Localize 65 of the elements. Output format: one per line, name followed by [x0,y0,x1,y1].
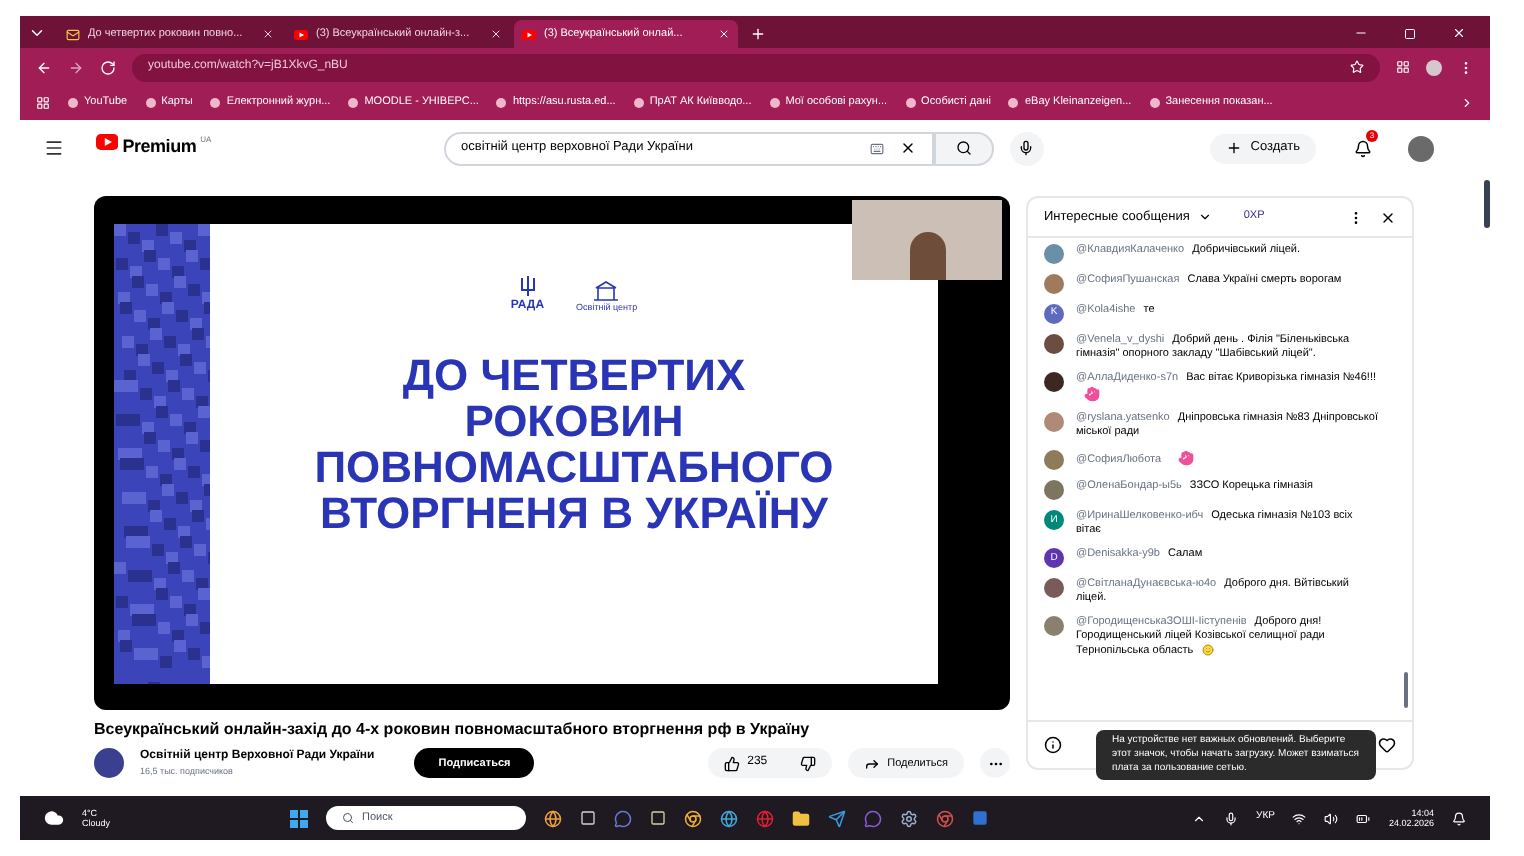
keyboard-icon[interactable] [869,141,883,155]
tab-list-icon[interactable] [28,24,46,42]
close-window-icon[interactable] [1452,26,1466,40]
page-scrollbar [1484,180,1490,228]
hand-icon [1177,450,1194,467]
chat-app-icon[interactable] [614,809,632,827]
hand-icon [1084,386,1100,402]
search-button[interactable] [933,131,993,165]
more-bookmarks-icon[interactable] [1460,96,1474,110]
back-icon[interactable] [36,59,52,75]
slide-title: ДО ЧЕТВЕРТИХ РОКОВИН ПОВНОМАСШТАБНОГО ВТОРГНЕНЯ В УКРАЇНУ [312,351,836,535]
settings-icon[interactable] [900,809,918,827]
play-logo-icon [96,134,119,151]
folder-icon[interactable] [792,809,810,827]
messenger-icon[interactable] [828,809,846,827]
extensions-icon[interactable] [1396,60,1410,74]
apps-icon[interactable] [36,96,50,110]
messenger-icon[interactable] [864,809,882,827]
wifi-icon[interactable] [1292,811,1307,825]
cloud-icon [44,808,64,828]
widget-icon[interactable] [544,809,562,827]
caret-icon [1197,210,1212,224]
thumbs-down-icon [799,755,816,772]
building-icon [592,279,621,302]
browser-icon[interactable] [684,809,702,827]
app-icon[interactable] [972,810,988,826]
forward-icon[interactable] [68,59,84,75]
start-icon[interactable] [290,809,308,827]
voice-search-button[interactable] [1009,131,1043,165]
channel-avatar[interactable] [94,748,124,779]
browser-icon[interactable] [936,809,954,827]
tray-expand-icon[interactable] [1192,811,1207,825]
browser-icon[interactable] [720,809,738,827]
search-icon [342,812,354,824]
search-icon [955,140,971,156]
clear-icon[interactable] [899,140,915,156]
bookmark-star-icon[interactable] [1350,60,1364,74]
profile-avatar[interactable] [1426,59,1442,75]
info-icon[interactable] [1044,736,1062,754]
smiley-icon [1201,644,1214,657]
notification-icon[interactable] [1452,811,1466,825]
scrollbar-thumb [1404,672,1409,708]
menu-icon[interactable] [44,138,64,158]
maximize-icon[interactable] [1404,28,1416,40]
mail-icon [66,27,80,41]
task-view-icon[interactable] [580,810,596,826]
share-icon [863,755,880,772]
reload-icon[interactable] [100,59,116,75]
close-tab-icon[interactable] [490,28,502,40]
play-logo-icon [522,29,536,39]
user-avatar[interactable] [1408,135,1434,161]
close-icon[interactable] [1380,209,1397,225]
play-logo-icon [294,29,308,39]
thumbs-up-icon [723,755,740,772]
new-tab-icon[interactable] [750,26,766,42]
minimize-icon[interactable] [1354,26,1368,40]
mic-icon[interactable] [1224,811,1239,825]
close-tab-icon[interactable] [262,28,274,40]
video-title: Всеукраїнський онлайн-захід до 4-х роковин повномасштабного вторгнення рф в Україну [94,718,812,742]
heart-icon[interactable] [1378,736,1397,754]
mic-icon [1018,140,1034,156]
volume-icon[interactable] [1324,811,1339,825]
plus-icon [1226,140,1243,156]
trident-icon [519,275,536,297]
battery-icon[interactable] [1356,811,1371,825]
